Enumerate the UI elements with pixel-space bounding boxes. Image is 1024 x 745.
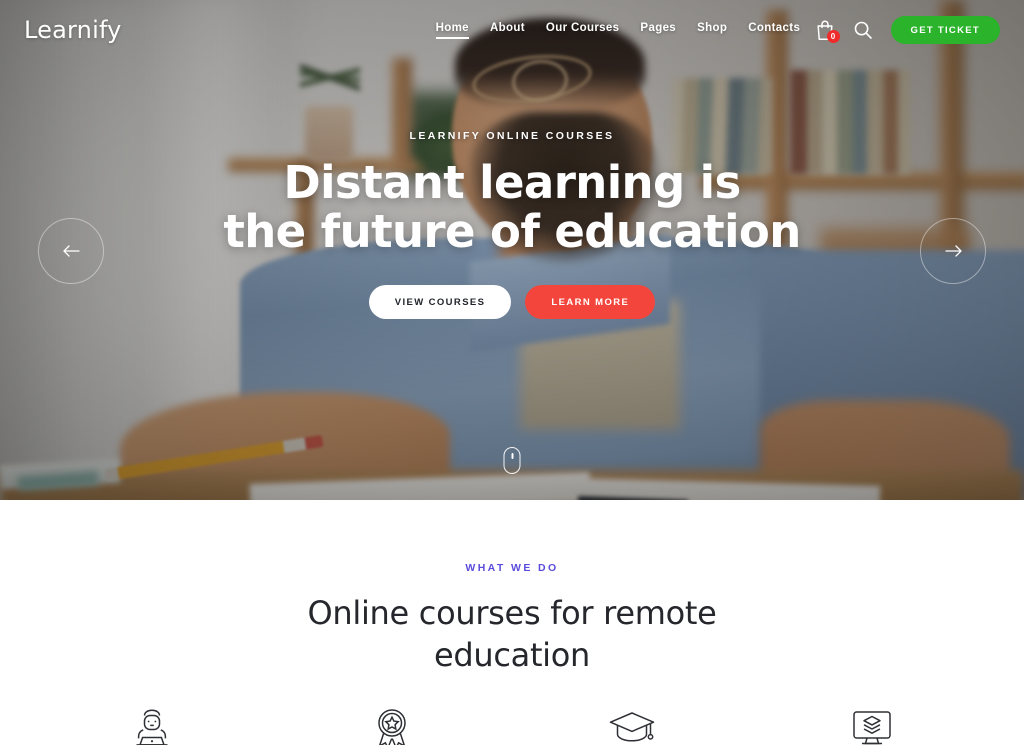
nav-item-contacts[interactable]: Contacts bbox=[748, 22, 800, 39]
feature-item-personal-teacher[interactable]: Personal Teacher bbox=[312, 704, 472, 745]
hero-section: Learnify Home About Our Courses Pages Sh… bbox=[0, 0, 1024, 500]
hero-title-line-1: Distant learning is bbox=[283, 155, 741, 209]
nav-item-shop[interactable]: Shop bbox=[697, 22, 727, 39]
monitor-layers-icon bbox=[849, 704, 895, 745]
search-icon[interactable] bbox=[853, 20, 873, 40]
hero-title-line-2: the future of education bbox=[223, 205, 801, 258]
feature-list: Online Courses Personal Teacher bbox=[0, 704, 1024, 745]
what-we-do-title-line-2: education bbox=[433, 636, 591, 675]
main-navigation: Home About Our Courses Pages Shop Contac… bbox=[435, 22, 801, 39]
nav-item-about[interactable]: About bbox=[490, 22, 525, 39]
what-we-do-eyebrow: WHAT WE DO bbox=[465, 562, 559, 574]
what-we-do-title: Online courses for remote education bbox=[0, 592, 1024, 676]
feature-item-online-courses[interactable]: Online Courses bbox=[72, 704, 232, 745]
what-we-do-section: WHAT WE DO Online courses for remote edu… bbox=[0, 500, 1024, 745]
scroll-down-mouse-icon[interactable] bbox=[503, 447, 521, 474]
site-logo[interactable]: Learnify bbox=[24, 16, 122, 44]
feature-item-powerful-program[interactable]: Powerful Program bbox=[552, 704, 712, 745]
learn-more-button[interactable]: LEARN MORE bbox=[525, 284, 656, 319]
shopping-bag-icon[interactable]: 0 bbox=[815, 19, 840, 43]
site-header: Learnify Home About Our Courses Pages Sh… bbox=[0, 0, 1024, 60]
hero-content: LEARNIFY ONLINE COURSES Distant learning… bbox=[0, 0, 1024, 500]
hero-title: Distant learning is the future of educat… bbox=[223, 155, 801, 258]
what-we-do-title-line-1: Online courses for remote bbox=[307, 594, 717, 632]
person-laptop-icon bbox=[130, 704, 174, 745]
header-actions: 0 GET TICKET bbox=[815, 16, 1000, 44]
slider-next-arrow-icon[interactable] bbox=[920, 218, 986, 284]
award-medal-icon bbox=[370, 704, 414, 745]
view-courses-button[interactable]: VIEW COURSES bbox=[368, 284, 512, 319]
hero-button-group: VIEW COURSES LEARN MORE bbox=[368, 284, 656, 319]
hero-eyebrow: LEARNIFY ONLINE COURSES bbox=[409, 129, 615, 142]
feature-item-support[interactable]: 24/7 Support bbox=[792, 704, 952, 745]
nav-item-home[interactable]: Home bbox=[435, 22, 470, 39]
graduation-cap-icon bbox=[607, 704, 657, 745]
slider-prev-arrow-icon[interactable] bbox=[38, 218, 104, 284]
get-ticket-button[interactable]: GET TICKET bbox=[890, 16, 1000, 44]
cart-count-badge: 0 bbox=[826, 30, 840, 43]
nav-item-our-courses[interactable]: Our Courses bbox=[546, 22, 620, 39]
nav-item-pages[interactable]: Pages bbox=[640, 22, 676, 39]
